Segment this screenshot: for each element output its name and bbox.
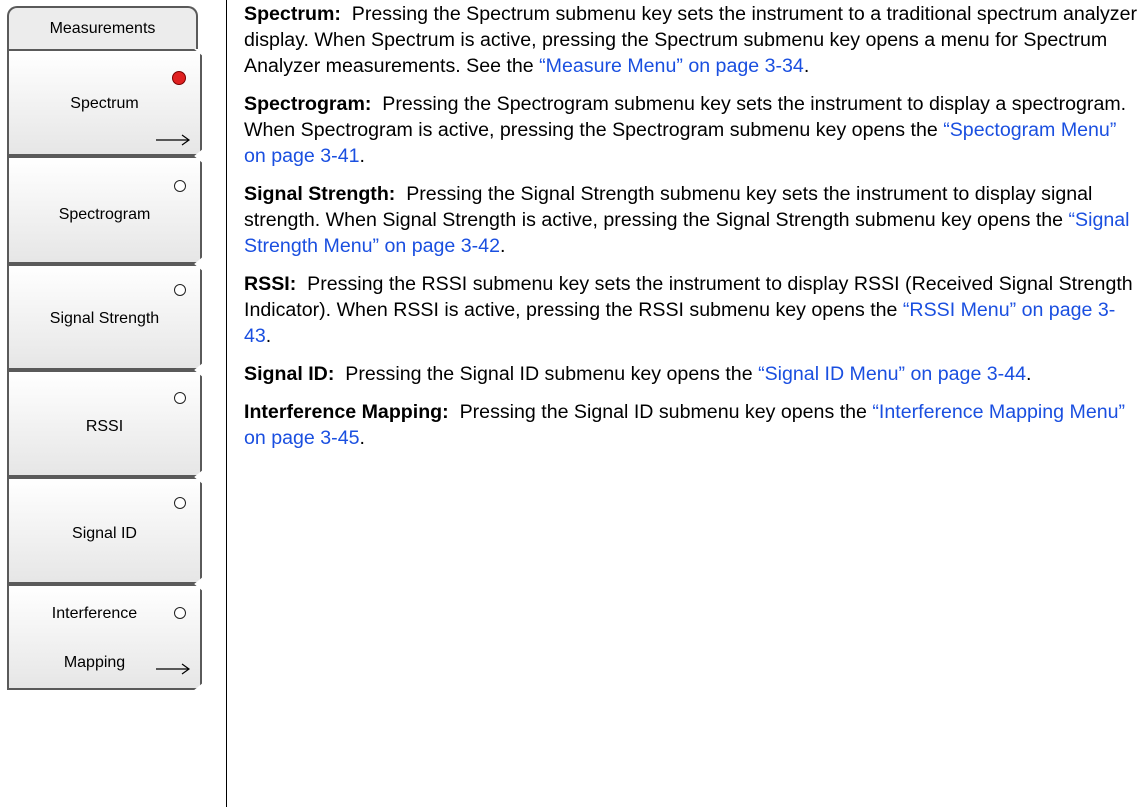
term: RSSI: xyxy=(244,273,297,295)
menu-title: Measurements xyxy=(7,6,198,49)
description-text: Pressing the Signal ID submenu key opens… xyxy=(459,401,873,423)
period: . xyxy=(265,325,272,347)
spectrum-key[interactable]: Spectrum xyxy=(7,49,202,156)
interference-mapping-paragraph: Interference Mapping: Pressing the Signa… xyxy=(244,399,1140,451)
active-indicator-icon xyxy=(172,71,186,85)
description-text: Pressing the Signal ID submenu key opens… xyxy=(345,363,759,385)
signal-id-key-label: Signal ID xyxy=(72,525,137,542)
signal-strength-key[interactable]: Signal Strength xyxy=(7,264,202,370)
radio-icon xyxy=(174,607,186,619)
submenu-arrow-icon xyxy=(156,134,191,146)
signal-id-menu-link[interactable]: “Signal ID Menu” on page 3-44 xyxy=(758,363,1026,385)
radio-icon xyxy=(174,392,186,404)
interference-key-label-line1: Interference xyxy=(51,605,138,622)
term: Spectrogram: xyxy=(244,93,372,115)
signal-id-paragraph: Signal ID: Pressing the Signal ID submen… xyxy=(244,361,1140,387)
spectrogram-key-label: Spectrogram xyxy=(58,206,151,223)
vertical-divider xyxy=(226,0,227,807)
spectrum-paragraph: Spectrum: Pressing the Spectrum submenu … xyxy=(244,1,1140,79)
spectrogram-key[interactable]: Spectrogram xyxy=(7,156,202,264)
radio-icon xyxy=(174,180,186,192)
signal-id-key[interactable]: Signal ID xyxy=(7,477,202,584)
menu-title-label: Measurements xyxy=(49,20,156,37)
signal-strength-paragraph: Signal Strength: Pressing the Signal Str… xyxy=(244,181,1140,259)
period: . xyxy=(803,55,810,77)
signal-strength-key-label: Signal Strength xyxy=(49,310,160,327)
radio-icon xyxy=(174,497,186,509)
period: . xyxy=(359,145,365,167)
rssi-paragraph: RSSI: Pressing the RSSI submenu key sets… xyxy=(244,271,1140,349)
rssi-key-label: RSSI xyxy=(85,418,124,435)
period: . xyxy=(1026,363,1032,385)
term: Signal Strength: xyxy=(244,183,396,205)
term: Signal ID: xyxy=(244,363,335,385)
period: . xyxy=(359,427,365,449)
term: Interference Mapping: xyxy=(244,401,449,423)
term: Spectrum: xyxy=(244,3,341,25)
description-content: Spectrum: Pressing the Spectrum submenu … xyxy=(244,1,1140,463)
measure-menu-link[interactable]: “Measure Menu” on page 3-34 xyxy=(539,55,804,77)
spectrum-key-label: Spectrum xyxy=(70,95,139,112)
radio-icon xyxy=(174,284,186,296)
submenu-arrow-icon xyxy=(156,663,191,675)
rssi-key[interactable]: RSSI xyxy=(7,370,202,477)
period: . xyxy=(499,235,506,257)
spectrogram-paragraph: Spectrogram: Pressing the Spectrogram su… xyxy=(244,91,1140,169)
interference-mapping-key[interactable]: Interference Mapping xyxy=(7,584,202,690)
